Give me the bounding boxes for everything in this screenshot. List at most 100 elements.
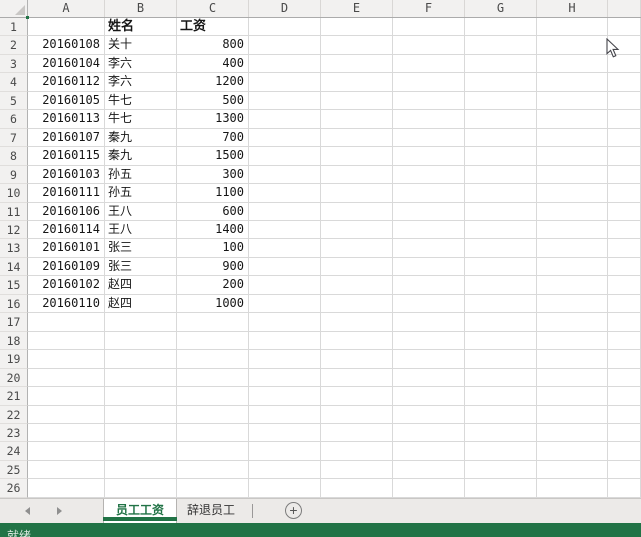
- cell-B14[interactable]: 张三: [105, 258, 177, 276]
- row-header-8[interactable]: 8: [0, 147, 28, 165]
- cell-D1[interactable]: [249, 18, 321, 36]
- row-header-10[interactable]: 10: [0, 184, 28, 202]
- cell-G3[interactable]: [465, 55, 537, 73]
- cell-overflow-3[interactable]: [608, 55, 641, 73]
- cell-H22[interactable]: [537, 406, 608, 424]
- cell-G6[interactable]: [465, 110, 537, 128]
- cell-E10[interactable]: [321, 184, 393, 202]
- cell-F10[interactable]: [393, 184, 465, 202]
- cell-B11[interactable]: 王八: [105, 203, 177, 221]
- cell-A6[interactable]: 20160113: [28, 110, 105, 128]
- tab-scroll-right-icon[interactable]: [57, 507, 62, 515]
- column-header-A[interactable]: A: [28, 0, 105, 17]
- cell-D13[interactable]: [249, 239, 321, 257]
- row-header-20[interactable]: 20: [0, 369, 28, 387]
- cell-A3[interactable]: 20160104: [28, 55, 105, 73]
- cell-H5[interactable]: [537, 92, 608, 110]
- cell-A14[interactable]: 20160109: [28, 258, 105, 276]
- cell-D3[interactable]: [249, 55, 321, 73]
- cell-E2[interactable]: [321, 36, 393, 54]
- cell-E24[interactable]: [321, 442, 393, 460]
- cell-H11[interactable]: [537, 203, 608, 221]
- cell-E20[interactable]: [321, 369, 393, 387]
- cell-H19[interactable]: [537, 350, 608, 368]
- cell-C16[interactable]: 1000: [177, 295, 249, 313]
- cell-B25[interactable]: [105, 461, 177, 479]
- cell-C3[interactable]: 400: [177, 55, 249, 73]
- cell-C10[interactable]: 1100: [177, 184, 249, 202]
- cell-D21[interactable]: [249, 387, 321, 405]
- cell-E19[interactable]: [321, 350, 393, 368]
- cell-D15[interactable]: [249, 276, 321, 294]
- cell-A8[interactable]: 20160115: [28, 147, 105, 165]
- cell-B7[interactable]: 秦九: [105, 129, 177, 147]
- cell-A12[interactable]: 20160114: [28, 221, 105, 239]
- cell-E21[interactable]: [321, 387, 393, 405]
- cell-G22[interactable]: [465, 406, 537, 424]
- cell-D22[interactable]: [249, 406, 321, 424]
- cell-A16[interactable]: 20160110: [28, 295, 105, 313]
- cell-D4[interactable]: [249, 73, 321, 91]
- cell-F9[interactable]: [393, 166, 465, 184]
- cell-A17[interactable]: [28, 313, 105, 331]
- column-header-E[interactable]: E: [321, 0, 393, 17]
- cell-A26[interactable]: [28, 479, 105, 497]
- row-header-18[interactable]: 18: [0, 332, 28, 350]
- cell-H7[interactable]: [537, 129, 608, 147]
- cell-D20[interactable]: [249, 369, 321, 387]
- cell-A5[interactable]: 20160105: [28, 92, 105, 110]
- cell-D11[interactable]: [249, 203, 321, 221]
- cell-B10[interactable]: 孙五: [105, 184, 177, 202]
- cell-F11[interactable]: [393, 203, 465, 221]
- cell-C17[interactable]: [177, 313, 249, 331]
- cell-E3[interactable]: [321, 55, 393, 73]
- cell-G17[interactable]: [465, 313, 537, 331]
- cell-H6[interactable]: [537, 110, 608, 128]
- cell-A11[interactable]: 20160106: [28, 203, 105, 221]
- row-header-25[interactable]: 25: [0, 461, 28, 479]
- cell-H15[interactable]: [537, 276, 608, 294]
- cell-F4[interactable]: [393, 73, 465, 91]
- cell-A1[interactable]: [28, 18, 105, 36]
- row-header-11[interactable]: 11: [0, 203, 28, 221]
- cell-A4[interactable]: 20160112: [28, 73, 105, 91]
- row-header-19[interactable]: 19: [0, 350, 28, 368]
- row-header-4[interactable]: 4: [0, 73, 28, 91]
- cell-F12[interactable]: [393, 221, 465, 239]
- cell-H18[interactable]: [537, 332, 608, 350]
- cell-C7[interactable]: 700: [177, 129, 249, 147]
- cell-D12[interactable]: [249, 221, 321, 239]
- cell-F14[interactable]: [393, 258, 465, 276]
- cell-A25[interactable]: [28, 461, 105, 479]
- cell-H8[interactable]: [537, 147, 608, 165]
- cell-E7[interactable]: [321, 129, 393, 147]
- cell-C2[interactable]: 800: [177, 36, 249, 54]
- cell-D17[interactable]: [249, 313, 321, 331]
- cell-C1[interactable]: 工资: [177, 18, 249, 36]
- cell-overflow-1[interactable]: [608, 18, 641, 36]
- cell-H20[interactable]: [537, 369, 608, 387]
- cell-C21[interactable]: [177, 387, 249, 405]
- column-header-C[interactable]: C: [177, 0, 249, 17]
- cell-E13[interactable]: [321, 239, 393, 257]
- cell-overflow-18[interactable]: [608, 332, 641, 350]
- cell-D9[interactable]: [249, 166, 321, 184]
- cell-H3[interactable]: [537, 55, 608, 73]
- row-header-16[interactable]: 16: [0, 295, 28, 313]
- cell-D5[interactable]: [249, 92, 321, 110]
- cell-D10[interactable]: [249, 184, 321, 202]
- cell-C25[interactable]: [177, 461, 249, 479]
- sheet-tab-dismissed-employees[interactable]: 辞退员工: [177, 499, 245, 523]
- cell-F8[interactable]: [393, 147, 465, 165]
- cell-H25[interactable]: [537, 461, 608, 479]
- cell-C11[interactable]: 600: [177, 203, 249, 221]
- cell-G20[interactable]: [465, 369, 537, 387]
- column-header-F[interactable]: F: [393, 0, 465, 17]
- cell-C24[interactable]: [177, 442, 249, 460]
- cell-F13[interactable]: [393, 239, 465, 257]
- cell-overflow-2[interactable]: [608, 36, 641, 54]
- cell-A20[interactable]: [28, 369, 105, 387]
- cell-B4[interactable]: 李六: [105, 73, 177, 91]
- cell-overflow-13[interactable]: [608, 239, 641, 257]
- cell-D8[interactable]: [249, 147, 321, 165]
